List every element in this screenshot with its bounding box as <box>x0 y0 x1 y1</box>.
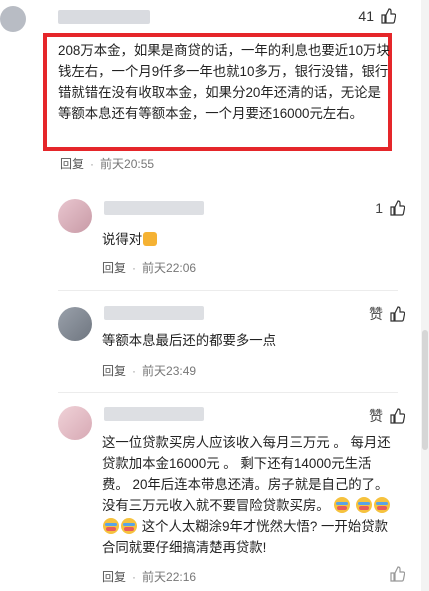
crying-emoji-icon <box>374 497 391 513</box>
comment-text: 208万本金，如果是商贷的话，一年的利息也要近10万块钱左右，一个月9仟多一年也… <box>58 43 390 121</box>
crying-emoji-icon <box>334 497 351 513</box>
divider <box>58 392 398 393</box>
like-button[interactable]: 赞 <box>369 304 405 324</box>
thumbs-up-icon <box>381 8 396 24</box>
timestamp: 前天22:16 <box>142 570 197 584</box>
comment-meta: 回复 · 前天20:55 <box>60 155 154 172</box>
comment-meta: 回复 · 前天22:06 <box>102 259 196 276</box>
comment-text-part2: 这个人太糊涂9年才恍然大悟? 一开始贷款合同就要仔细搞清楚再贷款! <box>102 519 388 555</box>
timestamp: 前天22:06 <box>142 261 197 275</box>
comment-meta: 回复 · 前天22:16 <box>102 568 196 585</box>
username-blurred[interactable] <box>58 10 150 24</box>
dot-separator: · <box>132 260 137 275</box>
scrollbar[interactable] <box>421 0 429 591</box>
dot-separator: · <box>132 363 137 378</box>
like-label: 赞 <box>369 408 383 424</box>
avatar[interactable] <box>58 199 92 233</box>
comment-text-content: 说得对 <box>102 232 143 247</box>
username-blurred[interactable] <box>104 407 204 421</box>
avatar[interactable] <box>58 307 92 341</box>
crying-emoji-icon <box>356 497 373 513</box>
divider <box>58 290 398 291</box>
like-count: 1 <box>375 200 383 216</box>
thumbs-up-emoji-icon <box>143 232 158 246</box>
reply-link[interactable]: 回复 <box>102 362 126 379</box>
thumbs-up-icon <box>390 408 405 424</box>
like-button[interactable]: 41 <box>358 8 396 24</box>
comment-meta: 回复 · 前天23:49 <box>102 362 196 379</box>
top-comment-header: 41 <box>0 6 410 32</box>
like-button[interactable] <box>389 566 405 582</box>
comment-text: 说得对 <box>102 229 398 250</box>
username-blurred[interactable] <box>104 306 204 320</box>
thumbs-up-icon <box>390 566 405 582</box>
thumbs-up-icon <box>390 306 405 322</box>
avatar[interactable] <box>0 6 26 32</box>
comment-text: 等额本息最后还的都要多一点 <box>102 333 277 348</box>
timestamp: 前天20:55 <box>100 157 155 171</box>
crying-emoji-icon <box>103 518 119 534</box>
timestamp: 前天23:49 <box>142 364 197 378</box>
like-button[interactable]: 赞 <box>369 406 405 426</box>
crying-emoji-icon <box>121 518 137 534</box>
reply-link[interactable]: 回复 <box>102 568 126 585</box>
like-button[interactable]: 1 <box>375 200 405 216</box>
avatar[interactable] <box>58 406 92 440</box>
reply-link[interactable]: 回复 <box>102 259 126 276</box>
like-count: 41 <box>358 8 374 24</box>
reply-link[interactable]: 回复 <box>60 155 84 172</box>
thumbs-up-icon <box>390 200 405 216</box>
comment-thread: 41 208万本金，如果是商贷的话，一年的利息也要近10万块钱左右，一个月9仟多… <box>0 0 429 591</box>
scrollbar-thumb[interactable] <box>422 330 428 450</box>
dot-separator: · <box>132 569 137 584</box>
comment-text: 这一位贷款买房人应该收入每月三万元 。 每月还贷款加本金16000元 。 剩下还… <box>102 432 398 558</box>
like-label: 赞 <box>369 306 383 322</box>
dot-separator: · <box>90 156 95 171</box>
username-blurred[interactable] <box>104 201 204 215</box>
